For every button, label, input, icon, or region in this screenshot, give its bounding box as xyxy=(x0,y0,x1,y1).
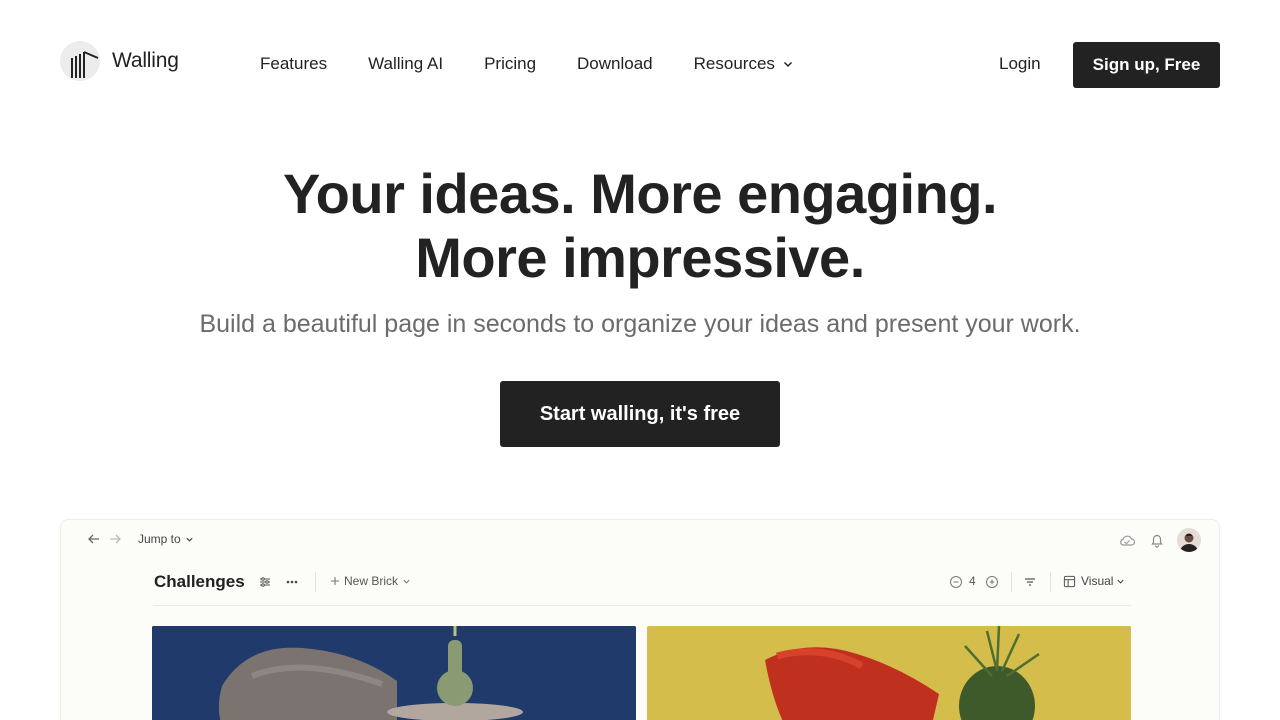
arrow-left-icon[interactable] xyxy=(87,532,101,546)
site-header: Walling Features Walling AI Pricing Down… xyxy=(0,0,1280,130)
start-walling-button[interactable]: Start walling, it's free xyxy=(500,381,780,447)
nav-download-label: Download xyxy=(577,54,653,73)
filter-icon[interactable] xyxy=(1023,575,1037,589)
chevron-down-icon xyxy=(783,61,792,68)
nav-features-label: Features xyxy=(260,54,328,73)
walling-logo-icon xyxy=(60,40,102,82)
brick-card-chair-blue[interactable] xyxy=(152,626,636,720)
chevron-down-icon xyxy=(1117,579,1125,584)
more-icon[interactable] xyxy=(285,575,299,589)
new-brick-label: New Brick xyxy=(344,574,399,588)
hero-subtitle: Build a beautiful page in seconds to org… xyxy=(199,310,1081,338)
board-header: Challenges New Brick 4 Visual xyxy=(153,568,1131,606)
zoom-value: 4 xyxy=(969,574,976,588)
nav-resources[interactable]: Resources xyxy=(694,54,794,74)
plus-icon xyxy=(331,577,339,585)
jump-to-label: Jump to xyxy=(138,532,181,546)
toolbar-divider xyxy=(1011,572,1012,592)
login-link[interactable]: Login xyxy=(999,54,1041,74)
nav-resources-label: Resources xyxy=(693,54,775,73)
plus-circle-icon[interactable] xyxy=(985,575,999,589)
board-title[interactable]: Challenges xyxy=(154,572,245,592)
layout-icon xyxy=(1063,575,1076,587)
view-selector[interactable]: Visual xyxy=(1063,574,1125,588)
hero-title-line1: Your ideas. More engaging. xyxy=(282,162,998,225)
chevron-down-icon xyxy=(186,537,193,542)
app-preview: Jump to Challenges New Brick 4 Visual xyxy=(60,519,1220,720)
chevron-down-icon xyxy=(403,579,410,584)
cloud-icon[interactable] xyxy=(1118,531,1136,549)
hero-title: Your ideas. More engaging. More impressi… xyxy=(0,162,1280,290)
nav-walling-ai-label: Walling AI xyxy=(368,54,444,73)
preview-toolbar: Jump to xyxy=(61,520,1219,560)
chair-photo-image xyxy=(152,626,636,720)
bell-icon[interactable] xyxy=(1148,531,1166,549)
nav-pricing[interactable]: Pricing xyxy=(484,54,536,74)
main-nav: Features Walling AI Pricing Download Res… xyxy=(260,54,835,74)
brand-name: Walling xyxy=(112,49,179,72)
minus-circle-icon[interactable] xyxy=(949,575,963,589)
nav-features[interactable]: Features xyxy=(260,54,327,74)
view-label: Visual xyxy=(1081,574,1114,588)
chair-photo-image xyxy=(647,626,1131,720)
nav-download[interactable]: Download xyxy=(577,54,653,74)
signup-button[interactable]: Sign up, Free xyxy=(1073,42,1220,88)
jump-to-menu[interactable]: Jump to xyxy=(138,532,194,546)
nav-walling-ai[interactable]: Walling AI xyxy=(368,54,443,74)
toolbar-divider xyxy=(1050,572,1051,592)
arrow-right-icon[interactable] xyxy=(108,532,122,546)
sliders-icon[interactable] xyxy=(258,575,272,589)
brand-logo[interactable]: Walling xyxy=(60,40,179,82)
nav-pricing-label: Pricing xyxy=(484,54,537,73)
brick-card-chair-yellow[interactable] xyxy=(647,626,1131,720)
toolbar-divider xyxy=(315,572,316,592)
avatar[interactable] xyxy=(1177,528,1201,552)
new-brick-button[interactable]: New Brick xyxy=(329,574,411,588)
hero-title-line2: More impressive. xyxy=(415,226,865,289)
